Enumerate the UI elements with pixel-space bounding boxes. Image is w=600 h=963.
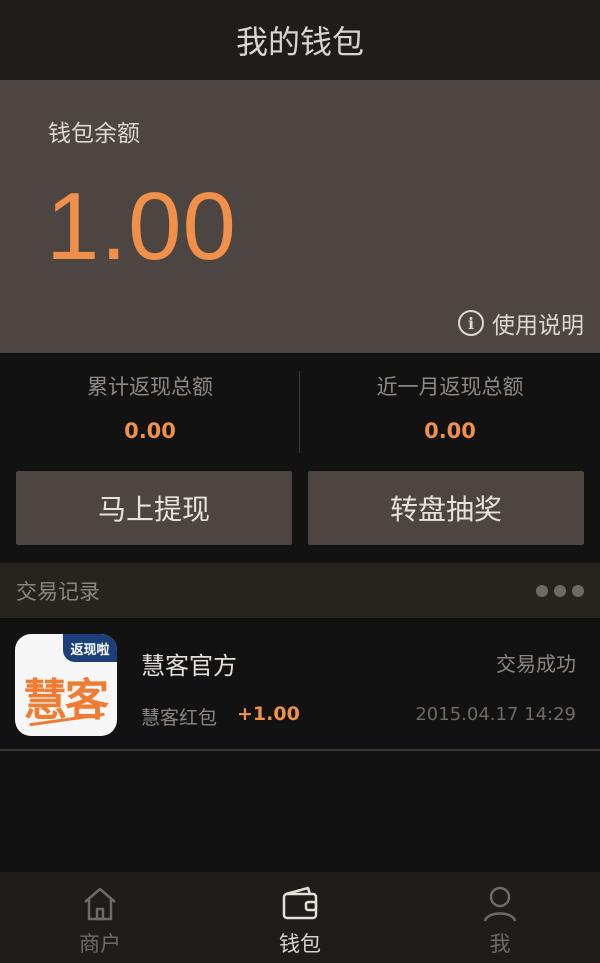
dot	[554, 584, 566, 597]
tab-me[interactable]: 我	[400, 872, 600, 963]
page-title: 我的钱包	[235, 23, 364, 61]
tab-wallet-label: 钱包	[279, 932, 321, 956]
dot	[536, 584, 548, 597]
month-cashback-stat: 近一月返现总额 0.00	[300, 353, 600, 461]
logo-badge: 返现啦	[63, 634, 117, 662]
home-icon	[84, 887, 116, 921]
merchant-logo: 返现啦 慧客	[15, 634, 117, 736]
more-dots-icon[interactable]	[536, 581, 584, 601]
tab-merchants-label: 商户	[79, 932, 121, 956]
transaction-type: 慧客红包	[141, 707, 218, 729]
tab-me-label: 我	[489, 932, 511, 956]
bottom-tab-bar: 商户 钱包 我	[0, 872, 600, 963]
cashback-stats: 累计返现总额 0.00 近一月返现总额 0.00	[0, 353, 600, 461]
withdraw-button[interactable]: 马上提现	[16, 471, 292, 545]
dot	[572, 584, 584, 597]
tab-wallet[interactable]: 钱包	[200, 872, 400, 963]
total-cashback-label: 累计返现总额	[87, 375, 213, 399]
balance-amount: 1.00	[46, 173, 237, 280]
lottery-button[interactable]: 转盘抽奖	[308, 471, 584, 545]
title-bar: 我的钱包	[0, 0, 600, 80]
total-cashback-stat: 累计返现总额 0.00	[0, 353, 300, 461]
records-title: 交易记录	[16, 579, 100, 604]
month-cashback-label: 近一月返现总额	[376, 375, 524, 399]
total-cashback-value: 0.00	[124, 419, 176, 443]
wallet-icon	[282, 886, 318, 920]
user-icon	[483, 886, 517, 922]
month-cashback-value: 0.00	[424, 419, 476, 443]
tab-merchants[interactable]: 商户	[0, 872, 200, 963]
records-header: 交易记录	[0, 563, 600, 618]
transaction-datetime: 2015.04.17 14:29	[415, 704, 576, 725]
transaction-amount: +1.00	[237, 703, 300, 725]
transaction-status: 交易成功	[496, 652, 576, 676]
balance-panel: 钱包余额 1.00 i 使用说明	[0, 80, 600, 353]
transaction-row[interactable]: 返现啦 慧客 慧客官方 交易成功 慧客红包 +1.00 2015.04.17 1…	[0, 618, 600, 749]
stats-divider	[299, 371, 300, 453]
instructions-label: 使用说明	[492, 313, 584, 339]
wallet-screen: 我的钱包 钱包余额 1.00 i 使用说明 累计返现总额 0.00 近一月返现总…	[0, 0, 600, 963]
merchant-name: 慧客官方	[141, 652, 237, 680]
row-divider	[0, 749, 600, 751]
info-icon: i	[458, 310, 484, 336]
instructions-link[interactable]: i 使用说明	[458, 306, 584, 340]
balance-label: 钱包余额	[48, 121, 140, 147]
